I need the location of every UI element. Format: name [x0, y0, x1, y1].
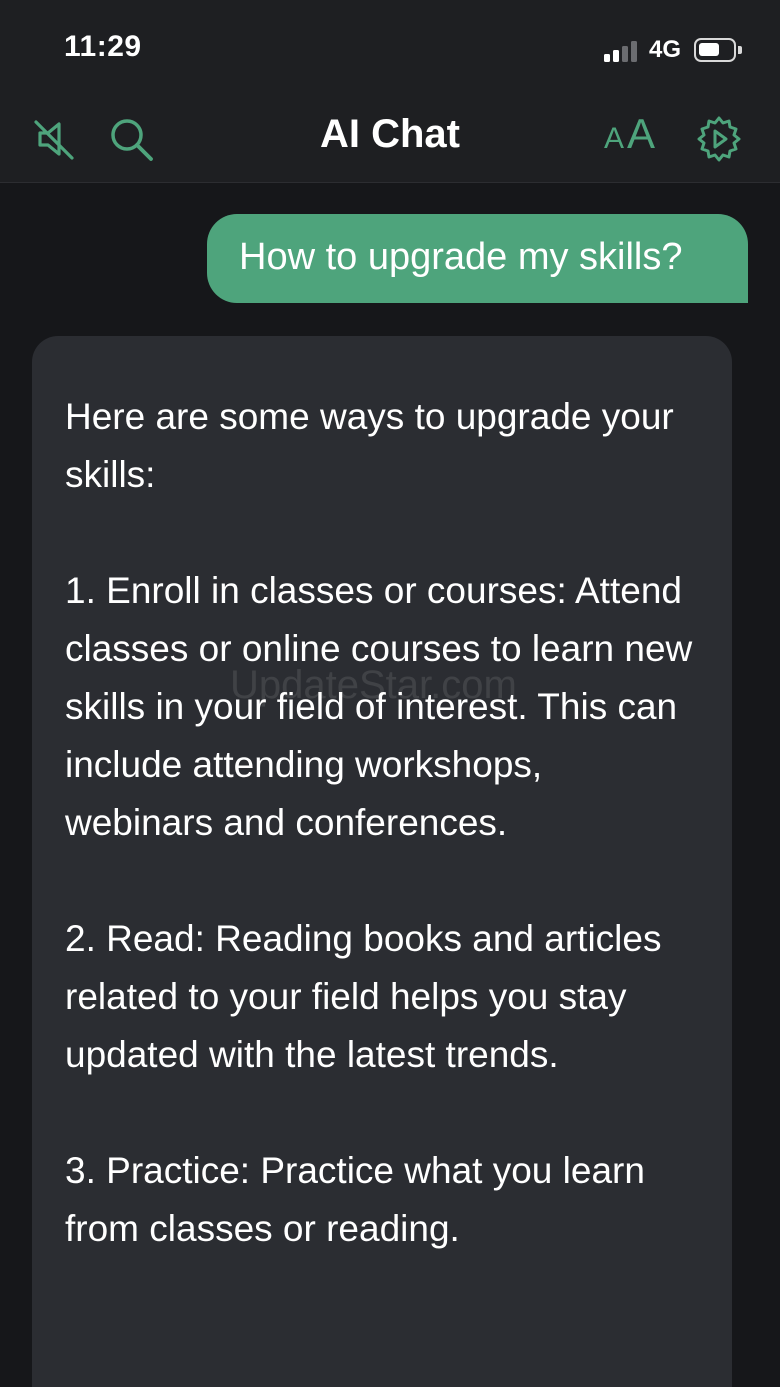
- ai-message-text: Here are some ways to upgrade your skill…: [65, 388, 698, 1258]
- font-size-icon[interactable]: A A: [600, 110, 660, 160]
- ai-message-item-3: 3. Practice: Practice what you learn fro…: [65, 1150, 645, 1249]
- font-size-small-letter: A: [604, 122, 625, 155]
- network-type: 4G: [649, 36, 682, 63]
- font-size-big-letter: A: [627, 110, 656, 157]
- battery-icon: [694, 38, 742, 62]
- phone-screen: 11:29 4G AI Chat A A How to upgrade my s…: [0, 0, 780, 1387]
- ai-message-item-2: 2. Read: Reading books and articles rela…: [65, 918, 662, 1075]
- status-time: 11:29: [64, 30, 142, 63]
- chat-area[interactable]: How to upgrade my skills? Here are some …: [0, 183, 780, 1387]
- ai-message-bubble[interactable]: Here are some ways to upgrade your skill…: [32, 336, 732, 1387]
- status-bar: 11:29 4G: [0, 0, 780, 96]
- ai-message-intro: Here are some ways to upgrade your skill…: [65, 396, 674, 495]
- signal-icon: [604, 40, 638, 62]
- page-title: AI Chat: [320, 112, 460, 156]
- settings-icon[interactable]: [694, 114, 744, 164]
- watermark: UpdateStar.com: [230, 663, 517, 707]
- user-message-bubble[interactable]: How to upgrade my skills?: [207, 214, 748, 303]
- nav-bar: AI Chat A A: [0, 96, 780, 183]
